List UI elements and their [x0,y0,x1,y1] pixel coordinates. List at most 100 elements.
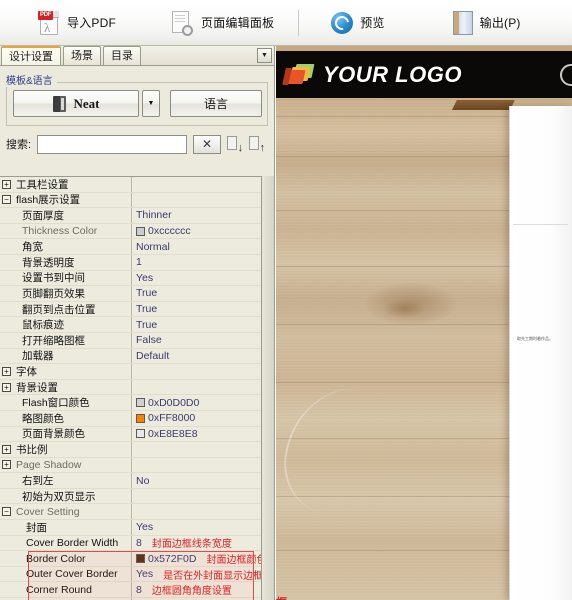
property-name-cell: + Page Shadow [0,459,131,471]
property-row[interactable]: 鼠标痕迹 True [0,317,262,333]
property-value-cell[interactable]: 0xE8E8E8 [131,426,262,442]
property-value-cell[interactable] [131,379,262,395]
property-row[interactable]: 设置书到中间 Yes [0,270,262,287]
import-settings-icon[interactable]: ↓ [227,135,243,153]
page-body-text: 取先工期时着作品。 [517,336,553,341]
property-value-label: True [136,318,158,331]
property-row[interactable]: Corner Round 8 边框圆角角度设置 [0,582,262,599]
template-select-button[interactable]: Neat [13,90,139,117]
property-value-cell[interactable] [131,504,262,520]
property-value-cell[interactable] [131,488,262,504]
property-value-cell[interactable] [131,177,262,192]
expand-icon[interactable]: + [2,444,11,454]
export-button[interactable]: 输出(P) [443,3,531,43]
search-input[interactable] [37,134,188,154]
property-row[interactable]: 背景透明度 1 [0,254,262,271]
property-name-label: 初始为双页显示 [22,490,96,503]
property-row[interactable]: Cover Border Width 8 封面边框线条宽度 [0,535,262,552]
expand-icon[interactable]: + [2,179,11,189]
export-book-icon [452,10,473,35]
color-swatch[interactable] [136,226,145,236]
property-row[interactable]: + 书比例 [0,442,262,458]
book-icon [52,95,66,112]
property-row[interactable]: 页面背景颜色 0xE8E8E8 [0,426,262,443]
property-value-cell[interactable]: 8 边框圆角角度设置 [131,582,262,598]
property-row[interactable]: Thickness Color 0xcccccc [0,223,262,240]
color-swatch[interactable] [136,429,145,439]
tab-overflow-dropdown-icon[interactable]: ▼ [257,48,272,63]
property-value-cell[interactable]: 0xcccccc [131,223,262,239]
property-value-cell[interactable]: True [131,286,262,301]
header-action-circle-icon[interactable] [560,64,572,86]
property-name-label: Page Shadow [16,458,82,471]
collapse-icon[interactable]: − [2,507,11,517]
property-name-cell: 页面厚度 [0,208,131,223]
export-settings-icon[interactable]: ↑ [249,135,265,153]
book-preview-area[interactable]: 取先工期时着作品。 YOUR LOGO 框 [276,46,572,600]
property-row[interactable]: 角宽 Normal [0,239,262,255]
property-row[interactable]: 翻页到点击位置 True [0,301,262,318]
property-name-label: 工具栏设置 [16,178,69,191]
property-value-cell[interactable] [131,457,262,473]
property-row[interactable]: 右到左 No [0,473,262,489]
color-swatch[interactable] [136,398,145,408]
tab-scene[interactable]: 场景 [63,46,101,65]
property-value-cell[interactable]: True [131,317,262,332]
property-row[interactable]: + Page Shadow [0,457,262,474]
property-row[interactable]: + 背景设置 [0,379,262,396]
property-row[interactable]: 页面厚度 Thinner [0,208,262,224]
color-swatch[interactable] [136,554,145,564]
property-row[interactable]: Outer Cover Border Yes 是否在外封面显示边框 [0,566,262,583]
property-row[interactable]: + 字体 [0,364,262,380]
property-value-cell[interactable]: Default [131,348,262,364]
property-name-label: 页面背景颜色 [22,428,85,441]
property-value-cell[interactable]: Yes 是否在外封面显示边框 [131,566,262,582]
property-value-cell[interactable] [131,192,262,208]
preview-button[interactable]: 预览 [321,3,394,43]
property-row[interactable]: − Cover Setting [0,504,262,521]
property-value-cell[interactable]: Normal [131,239,262,254]
property-value-cell[interactable]: Yes [131,270,262,286]
expand-icon[interactable]: + [2,366,11,376]
clear-search-button[interactable]: ✕ [193,134,222,154]
property-row[interactable]: Border Color 0x572F0D 封面边框颜色 [0,551,262,567]
property-grid-scrollbar[interactable] [261,176,274,600]
property-row[interactable]: 打开缩略图框 False [0,332,262,349]
property-row[interactable]: 略图颜色 0xFF8000 [0,410,262,427]
property-value-cell[interactable]: Yes [131,520,262,535]
property-value-cell[interactable]: 0x572F0D 封面边框颜色 [131,551,262,566]
property-value-cell[interactable]: No [131,473,262,488]
tab-design-settings[interactable]: 设计设置 [1,46,61,65]
property-value-cell[interactable]: 8 封面边框线条宽度 [131,535,262,551]
expand-icon[interactable]: + [2,460,11,470]
property-name-label: Border Color [26,552,86,565]
property-row[interactable]: 封面 Yes [0,520,262,536]
property-value-cell[interactable]: False [131,332,262,348]
property-row[interactable]: 加载器 Default [0,348,262,365]
property-value-cell[interactable]: 0xFF8000 [131,410,262,426]
property-value-cell[interactable] [131,364,262,379]
import-pdf-button[interactable]: λ PDF 导入PDF [28,3,126,43]
property-row[interactable]: 初始为双页显示 [0,488,262,505]
template-dropdown-button[interactable]: ▼ [142,90,160,117]
collapse-icon[interactable]: − [2,195,11,205]
property-name-label: 背景透明度 [22,256,75,269]
property-name-label: Corner Round [26,583,92,596]
property-value-cell[interactable]: 0xD0D0D0 [131,395,262,410]
property-value-cell[interactable]: 1 [131,254,262,270]
book-right-page[interactable]: 取先工期时着作品。 [509,106,572,600]
color-swatch[interactable] [136,413,145,423]
property-grid[interactable]: + 工具栏设置 − flash展示设置 页面厚度 Thinner Thickness Col… [0,176,262,600]
page-edit-panel-button[interactable]: 页面编辑面板 [160,3,284,43]
property-row[interactable]: + 工具栏设置 [0,177,262,193]
language-button[interactable]: 语言 [170,90,262,117]
property-value-cell[interactable] [131,442,262,457]
property-row[interactable]: Flash窗口颜色 0xD0D0D0 [0,395,262,411]
property-value-cell[interactable]: True [131,301,262,317]
tab-catalog[interactable]: 目录 [103,46,141,65]
property-row[interactable]: 页脚翻页效果 True [0,286,262,302]
property-name-cell: + 字体 [0,364,131,379]
property-row[interactable]: − flash展示设置 [0,192,262,209]
property-value-cell[interactable]: Thinner [131,208,262,223]
expand-icon[interactable]: + [2,382,11,392]
